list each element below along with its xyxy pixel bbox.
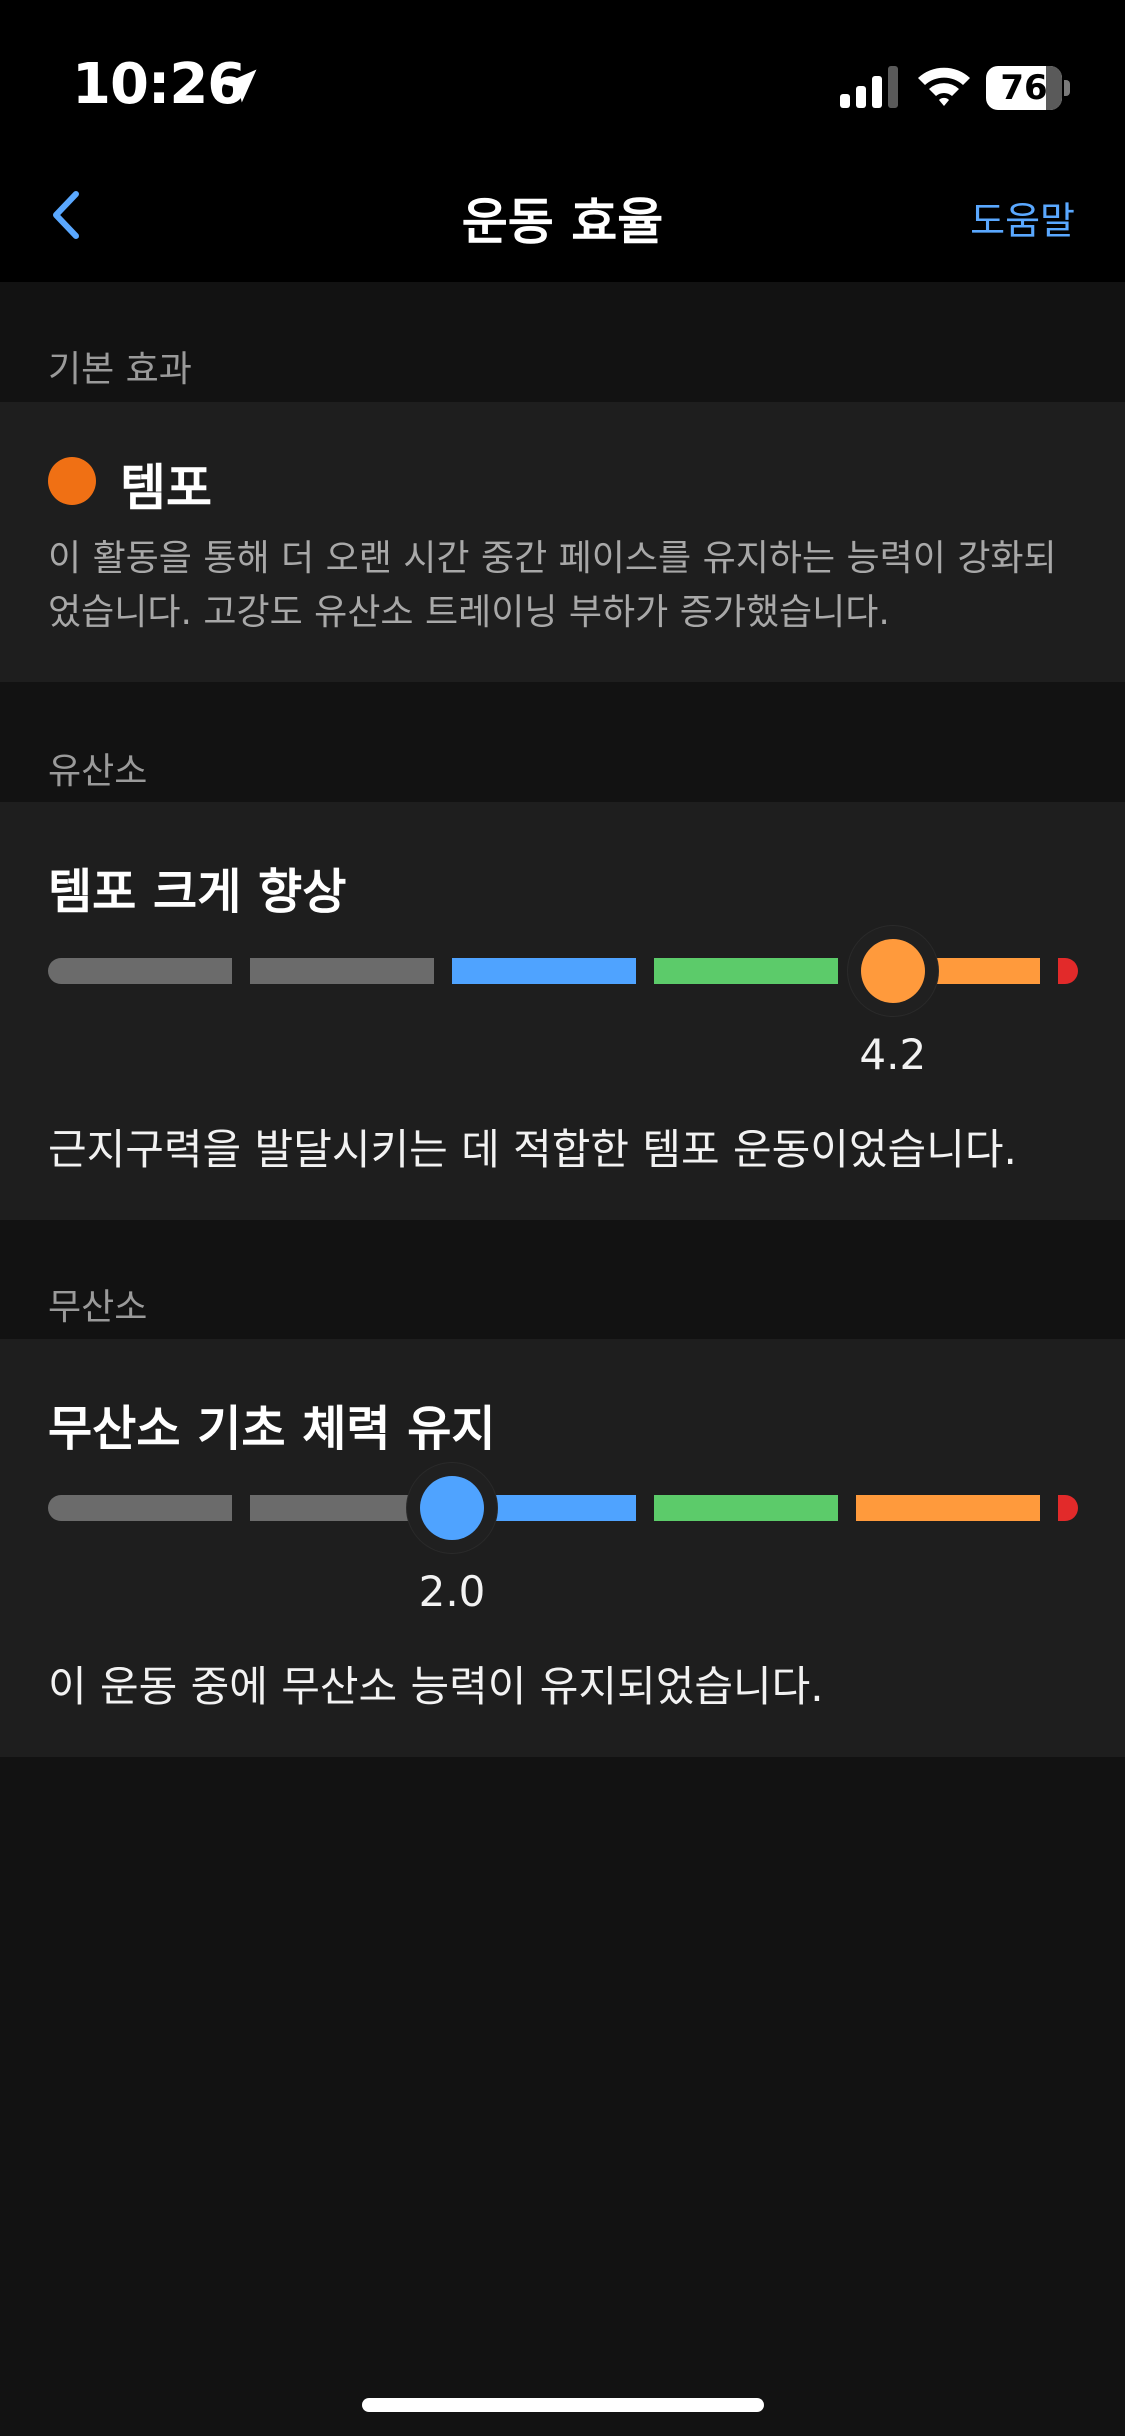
aerobic-scale-thumb	[847, 926, 938, 1016]
section-header-aerobic: 유산소	[48, 751, 148, 792]
aerobic-card: 템포 크게 향상 4.2 근지구력을 발달시키는 데 적합한 템포 운동이었습니…	[0, 802, 1125, 1220]
anaerobic-scale	[48, 1495, 1078, 1521]
section-header-anaerobic: 무산소	[48, 1287, 148, 1328]
aerobic-scale-segment-2	[250, 958, 434, 984]
anaerobic-scale-segment-1	[48, 1495, 232, 1521]
aerobic-description: 근지구력을 발달시키는 데 적합한 템포 운동이었습니다.	[48, 1125, 1017, 1174]
cellular-signal-icon	[840, 66, 898, 108]
battery-icon: 76	[986, 66, 1070, 110]
primary-effect-card: 템포 이 활동을 통해 더 오랜 시간 중간 페이스를 유지하는 능력이 강화되…	[0, 402, 1125, 682]
aerobic-scale-segment-3	[452, 958, 636, 984]
navigation-bar: 운동 효율 도움말	[0, 150, 1125, 282]
aerobic-scale-segment-4	[654, 958, 838, 984]
anaerobic-title: 무산소 기초 체력 유지	[48, 1401, 496, 1457]
aerobic-scale-segment-6	[1058, 958, 1078, 984]
status-bar: 10:26 76	[0, 0, 1125, 150]
training-effect-screen: 10:26 76 운동 효율 도움말 기본 효과 템포 이 활동을 통해 더 오…	[0, 0, 1125, 2436]
help-button[interactable]: 도움말	[970, 190, 1075, 245]
aerobic-title: 템포 크게 향상	[48, 864, 347, 920]
anaerobic-scale-segment-6	[1058, 1495, 1078, 1521]
primary-effect-title: 템포	[120, 459, 212, 517]
anaerobic-scale-segment-4	[654, 1495, 838, 1521]
anaerobic-scale-thumb	[407, 1463, 497, 1553]
aerobic-scale-segment-1	[48, 958, 232, 984]
aerobic-value: 4.2	[859, 1030, 927, 1079]
page-title: 운동 효율	[461, 193, 664, 251]
section-header-primary: 기본 효과	[48, 349, 192, 390]
anaerobic-value: 2.0	[418, 1567, 486, 1616]
home-indicator[interactable]	[362, 2398, 764, 2412]
anaerobic-scale-segment-5	[856, 1495, 1040, 1521]
anaerobic-card: 무산소 기초 체력 유지 2.0 이 운동 중에 무산소 능력이 유지되었습니다…	[0, 1339, 1125, 1757]
anaerobic-description: 이 운동 중에 무산소 능력이 유지되었습니다.	[48, 1662, 824, 1711]
wifi-icon	[918, 67, 970, 106]
effect-color-dot	[48, 457, 96, 505]
battery-level: 76	[1000, 68, 1048, 108]
location-arrow-icon	[223, 69, 257, 103]
primary-effect-description: 이 활동을 통해 더 오랜 시간 중간 페이스를 유지하는 능력이 강화되었습니…	[48, 538, 1057, 633]
